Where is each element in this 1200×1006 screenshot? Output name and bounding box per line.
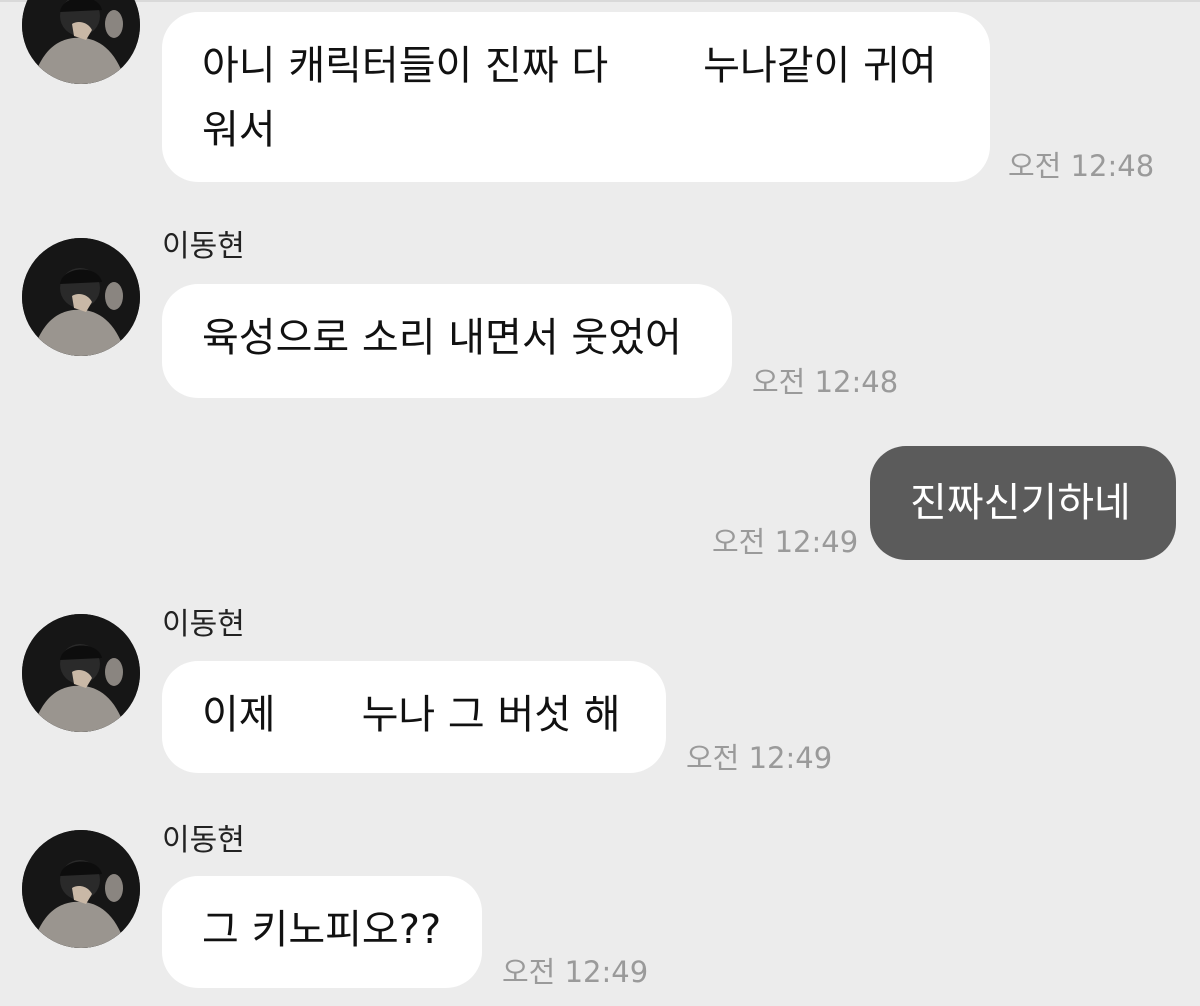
message-time: 오전 12:48: [1008, 149, 1155, 183]
avatar-photo-icon: [22, 614, 140, 732]
message-bubble[interactable]: 그 키노피오??: [162, 876, 482, 988]
avatar[interactable]: [22, 238, 140, 356]
message-text: 누나 그 버섯 해: [361, 692, 621, 738]
message-text: 누나같이 귀여: [703, 43, 937, 89]
avatar[interactable]: [22, 614, 140, 732]
message-bubble[interactable]: 육성으로 소리 내면서 웃었어: [162, 284, 732, 398]
avatar-photo-icon: [22, 830, 140, 948]
message-time: 오전 12:49: [712, 525, 859, 559]
sender-name: 이동현: [162, 823, 245, 858]
message-bubble[interactable]: 이제 누나 그 버섯 해: [162, 661, 666, 773]
sender-name: 이동현: [162, 229, 245, 264]
top-divider: [0, 0, 1200, 2]
message-text: 아니 캐릭터들이 진짜 다: [202, 43, 609, 89]
avatar-photo-icon: [22, 0, 140, 84]
message-text: 이제: [202, 692, 276, 738]
message-text: 그 키노피오??: [202, 907, 442, 953]
message-text: 진짜신기하네: [910, 480, 1131, 526]
message-time: 오전 12:49: [686, 741, 833, 775]
sender-name: 이동현: [162, 607, 245, 642]
message-bubble[interactable]: 아니 캐릭터들이 진짜 다 누나같이 귀여 워서: [162, 12, 990, 182]
avatar[interactable]: [22, 0, 140, 84]
my-message-bubble[interactable]: 진짜신기하네: [870, 446, 1176, 560]
message-time: 오전 12:49: [502, 955, 649, 989]
message-time: 오전 12:48: [752, 365, 899, 399]
avatar[interactable]: [22, 830, 140, 948]
message-text: 육성으로 소리 내면서 웃었어: [202, 315, 682, 361]
message-text: 워서: [202, 107, 276, 153]
avatar-photo-icon: [22, 238, 140, 356]
